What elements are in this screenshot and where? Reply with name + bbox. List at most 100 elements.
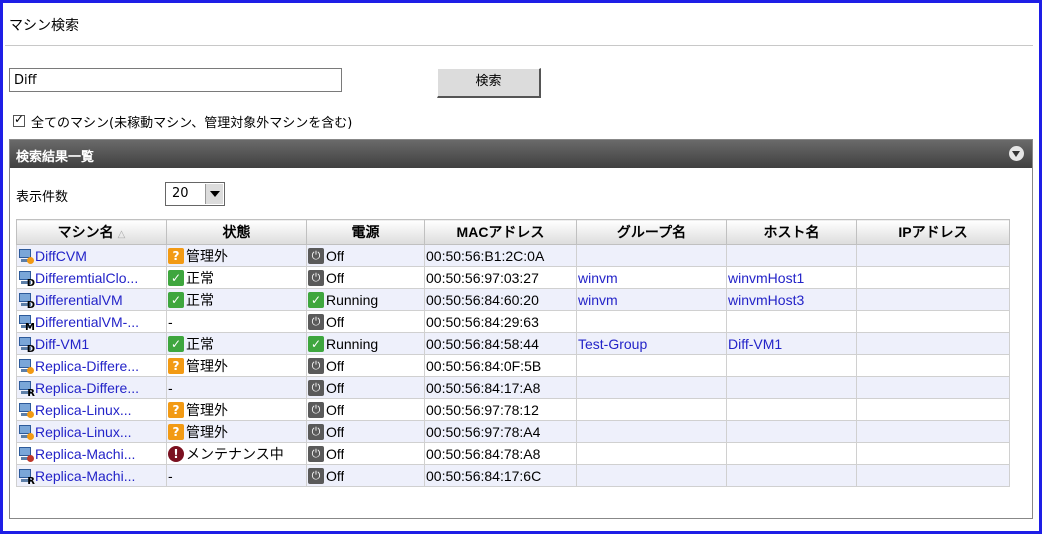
machine-name-link[interactable]: Replica-Linux... — [35, 424, 132, 440]
cell-machine-name[interactable]: R Replica-Differe... — [16, 376, 167, 399]
table-row[interactable]: M DifferentialVM-... - ⏻ Off 00:50:56:84:29:6… — [16, 310, 1010, 333]
cell-machine-name[interactable]: D DifferentialVM — [16, 288, 167, 311]
results-panel-header: 検索結果一覧 — [10, 140, 1032, 168]
machine-name-link[interactable]: DifferentialVM-... — [35, 314, 139, 330]
cell-group-name[interactable] — [576, 310, 727, 333]
cell-host-name[interactable]: winvmHost1 — [726, 266, 857, 289]
cell-group-name[interactable]: winvm — [576, 266, 727, 289]
cell-machine-name[interactable]: M DifferentialVM-... — [16, 310, 167, 333]
cell-group-name[interactable] — [576, 244, 727, 267]
all-machines-checkbox[interactable]: ✓ — [13, 112, 25, 127]
cell-host-name[interactable] — [726, 310, 857, 333]
column-header-power[interactable]: 電源 — [306, 219, 425, 245]
table-row[interactable]: DiffCVM? 管理外 ⏻ Off 00:50:56:B1:2C:0A — [16, 244, 1010, 267]
ok-check-icon: ✓ — [168, 291, 184, 308]
cell-status: ✓ 正常 — [166, 332, 307, 355]
cell-machine-name[interactable]: D Diff-VM1 — [16, 332, 167, 355]
machine-name-link[interactable]: Replica-Linux... — [35, 402, 132, 418]
cell-host-name[interactable] — [726, 442, 857, 465]
table-row[interactable]: D Diff-VM1 ✓ 正常 ✓ Running 00:50:56:84:58:44 Tes… — [16, 332, 1010, 355]
machine-name-link[interactable]: Replica-Differe... — [35, 380, 139, 396]
search-button[interactable]: 検索 — [437, 68, 541, 98]
cell-group-name[interactable] — [576, 398, 727, 421]
cell-group-name[interactable] — [576, 354, 727, 377]
virtual-machine-icon — [18, 358, 34, 374]
cell-host-name[interactable]: winvmHost3 — [726, 288, 857, 311]
machine-name-link[interactable]: Replica-Machi... — [35, 468, 135, 484]
status-text: 管理外 — [186, 423, 228, 440]
cell-host-name[interactable] — [726, 420, 857, 443]
machine-name-link[interactable]: DifferemtialClo... — [35, 270, 138, 286]
cell-machine-name[interactable]: R Replica-Machi... — [16, 464, 167, 487]
cell-power: ⏻ Off — [306, 442, 425, 465]
cell-machine-name[interactable]: D DifferemtialClo... — [16, 266, 167, 289]
cell-machine-name[interactable]: Replica-Differe... — [16, 354, 167, 377]
machine-name-link[interactable]: DifferentialVM — [35, 292, 123, 308]
cell-host-name[interactable]: Diff-VM1 — [726, 332, 857, 355]
all-machines-label: 全てのマシン(未稼動マシン、管理対象外マシンを含む) — [31, 115, 353, 131]
virtual-machine-icon — [18, 248, 34, 264]
cell-host-name[interactable] — [726, 244, 857, 267]
power-off-icon: ⏻ — [308, 401, 324, 418]
cell-host-name[interactable] — [726, 398, 857, 421]
cell-machine-name[interactable]: Replica-Machi... — [16, 442, 167, 465]
cell-mac-address: 00:50:56:84:60:20 — [424, 288, 577, 311]
cell-group-name[interactable] — [576, 420, 727, 443]
column-header-group-name[interactable]: グループ名 — [576, 219, 727, 245]
power-text: Off — [326, 269, 345, 286]
cell-ip-address — [856, 332, 1010, 355]
cell-group-name[interactable] — [576, 464, 727, 487]
table-row[interactable]: D DifferentialVM ✓ 正常 ✓ Running 00:50:56:84:60… — [16, 288, 1010, 311]
per-page-select[interactable]: 20 — [165, 182, 225, 206]
power-off-icon: ⏻ — [308, 313, 324, 330]
cell-host-name[interactable] — [726, 354, 857, 377]
chevron-down-icon[interactable] — [205, 184, 223, 204]
table-row[interactable]: Replica-Linux...? 管理外 ⏻ Off 00:50:56:97:78:A… — [16, 420, 1010, 443]
cell-power: ⏻ Off — [306, 310, 425, 333]
cell-ip-address — [856, 266, 1010, 289]
cell-status: ? 管理外 — [166, 244, 307, 267]
virtual-machine-icon: D — [18, 292, 35, 308]
cell-mac-address: 00:50:56:B1:2C:0A — [424, 244, 577, 267]
table-row[interactable]: Replica-Differe...? 管理外 ⏻ Off 00:50:56:84:0F… — [16, 354, 1010, 377]
cell-status: ! メンテナンス中 — [166, 442, 307, 465]
collapse-icon[interactable] — [1009, 146, 1024, 161]
machine-name-link[interactable]: Replica-Machi... — [35, 446, 135, 462]
cell-group-name[interactable]: winvm — [576, 288, 727, 311]
machine-name-link[interactable]: Replica-Differe... — [35, 358, 139, 374]
results-panel: 検索結果一覧 表示件数 20 マシン名 △ 状態 電源 MACアドレス グループ名… — [9, 139, 1033, 519]
cell-machine-name[interactable]: Replica-Linux... — [16, 398, 167, 421]
table-row[interactable]: D DifferemtialClo... ✓ 正常 ⏻ Off 00:50:56:97:03… — [16, 266, 1010, 289]
column-header-status[interactable]: 状態 — [166, 219, 307, 245]
column-header-ip-address[interactable]: IPアドレス — [856, 219, 1010, 245]
cell-group-name[interactable] — [576, 376, 727, 399]
cell-host-name[interactable] — [726, 464, 857, 487]
power-off-icon: ⏻ — [308, 445, 324, 462]
cell-ip-address — [856, 354, 1010, 377]
column-header-host-name[interactable]: ホスト名 — [726, 219, 857, 245]
results-table: マシン名 △ 状態 電源 MACアドレス グループ名 ホスト名 IPアドレス Di… — [16, 219, 1010, 487]
table-row[interactable]: R Replica-Differe... - ⏻ Off 00:50:56:84:17:A… — [16, 376, 1010, 399]
column-header-machine-name[interactable]: マシン名 △ — [16, 219, 167, 245]
machine-name-link[interactable]: Diff-VM1 — [35, 336, 89, 352]
running-check-icon: ✓ — [308, 335, 324, 352]
cell-mac-address: 00:50:56:97:78:A4 — [424, 420, 577, 443]
cell-status: ? 管理外 — [166, 398, 307, 421]
cell-machine-name[interactable]: Replica-Linux... — [16, 420, 167, 443]
power-text: Off — [326, 313, 345, 330]
search-input[interactable] — [9, 68, 342, 92]
table-row[interactable]: Replica-Linux...? 管理外 ⏻ Off 00:50:56:97:78:1… — [16, 398, 1010, 421]
column-header-mac-address[interactable]: MACアドレス — [424, 219, 577, 245]
cell-group-name[interactable]: Test-Group — [576, 332, 727, 355]
cell-power: ⏻ Off — [306, 420, 425, 443]
all-machines-option[interactable]: ✓ 全てのマシン(未稼動マシン、管理対象外マシンを含む) — [13, 111, 352, 131]
table-row[interactable]: R Replica-Machi... - ⏻ Off 00:50:56:84:17:6C — [16, 464, 1010, 487]
cell-group-name[interactable] — [576, 442, 727, 465]
machine-name-link[interactable]: DiffCVM — [35, 248, 87, 264]
cell-host-name[interactable] — [726, 376, 857, 399]
cell-ip-address — [856, 442, 1010, 465]
table-row[interactable]: Replica-Machi...! メンテナンス中 ⏻ Off 00:50:56:84:… — [16, 442, 1010, 465]
virtual-machine-icon — [18, 402, 34, 418]
status-text: - — [168, 313, 173, 330]
cell-machine-name[interactable]: DiffCVM — [16, 244, 167, 267]
